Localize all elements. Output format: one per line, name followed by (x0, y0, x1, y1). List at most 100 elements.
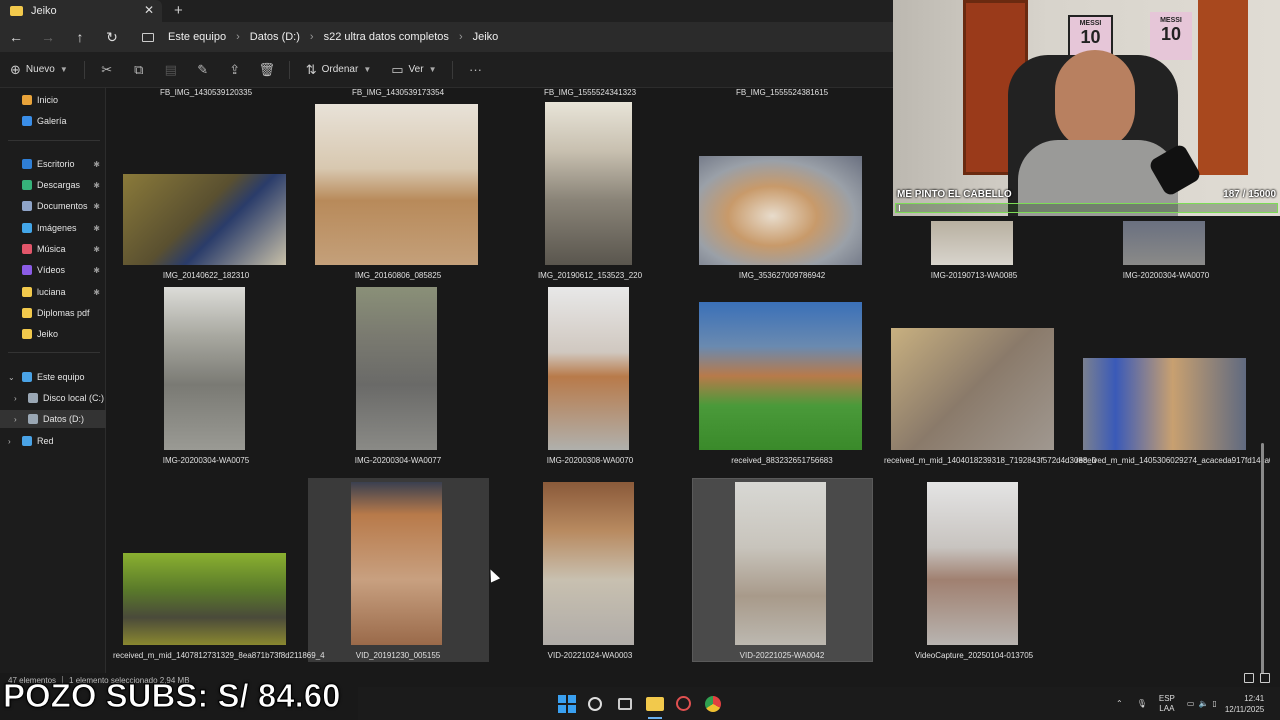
copy-icon[interactable]: ⧉ (123, 62, 155, 78)
sidebar-item-documentos[interactable]: Documentos ✱ (0, 197, 106, 215)
sidebar-item-escritorio[interactable]: Escritorio ✱ (0, 155, 106, 173)
video-thumbnail[interactable] (543, 482, 634, 645)
file-caption[interactable]: FB_IMG_1555524381615 (692, 88, 872, 98)
back-icon[interactable]: ← (0, 29, 32, 45)
file-caption[interactable]: FB_IMG_1430539173354 (308, 88, 488, 98)
photo-thumbnail[interactable] (315, 104, 478, 265)
breadcrumb-item[interactable]: Jeiko (473, 31, 499, 43)
sidebar-item-disco-c[interactable]: › Disco local (C:) (0, 389, 106, 407)
network-icon[interactable]: ▭ (1187, 699, 1195, 708)
photo-thumbnail[interactable] (891, 328, 1054, 450)
breadcrumb-item[interactable]: s22 ultra datos completos (324, 31, 449, 43)
video-thumbnail[interactable] (351, 482, 442, 645)
file-caption[interactable]: received_m_mid_1404018239318_7192843f572… (884, 456, 1096, 466)
photo-thumbnail[interactable] (931, 221, 1013, 265)
file-caption[interactable]: received_m_mid_1407812731329_8ea871b73f8… (113, 651, 325, 661)
donation-overlay: POZO SUBS: S/ 84.60 (2, 677, 341, 715)
breadcrumb-item[interactable]: Este equipo (168, 31, 226, 43)
clock[interactable]: 12:41 12/11/2025 (1225, 693, 1264, 715)
view-icon: ▭ (391, 61, 404, 77)
sidebar-item-videos[interactable]: Vídeos ✱ (0, 261, 106, 279)
photo-thumbnail[interactable] (164, 287, 245, 450)
file-caption[interactable]: IMG-20200308-WA0070 (500, 456, 680, 466)
video-thumbnail[interactable] (927, 482, 1018, 645)
photo-thumbnail[interactable] (545, 102, 632, 265)
battery-icon[interactable]: ▯ (1212, 699, 1216, 708)
chrome-icon[interactable] (705, 696, 721, 712)
new-button[interactable]: ⊕ Nuevo ▼ (0, 62, 78, 78)
chevron-right-icon[interactable]: › (14, 415, 17, 424)
download-icon (22, 180, 32, 190)
tiles-view-icon[interactable] (1260, 673, 1270, 683)
sidebar-item-jeiko[interactable]: Jeiko (0, 325, 106, 343)
photo-thumbnail[interactable] (1123, 221, 1205, 265)
app-icon[interactable] (676, 696, 691, 711)
close-icon[interactable]: ✕ (144, 3, 154, 17)
sidebar-item-musica[interactable]: Música ✱ (0, 240, 106, 258)
photo-thumbnail[interactable] (548, 287, 629, 450)
share-icon[interactable]: ⇪ (219, 62, 251, 78)
new-tab-button[interactable]: + (174, 2, 183, 19)
sidebar-item-red[interactable]: › Red (0, 432, 106, 450)
sidebar-item-descargas[interactable]: Descargas ✱ (0, 176, 106, 194)
file-caption[interactable]: FB_IMG_1555524341323 (500, 88, 680, 98)
photo-thumbnail[interactable] (699, 302, 862, 450)
file-caption[interactable]: IMG_20160806_085825 (308, 271, 488, 281)
file-caption[interactable]: IMG-20190713-WA0085 (884, 271, 1064, 281)
chevron-right-icon[interactable]: › (14, 394, 17, 403)
breadcrumb[interactable]: Este equipo › Datos (D:) › s22 ultra dat… (142, 31, 498, 43)
rename-icon[interactable]: ✎ (187, 62, 219, 78)
up-icon[interactable]: ↑ (64, 29, 96, 45)
file-caption[interactable]: IMG_20190612_153523_220 (500, 271, 680, 281)
chevron-right-icon: › (309, 31, 314, 43)
sidebar-item-diplomas[interactable]: Diplomas pdf (0, 304, 106, 322)
photo-thumbnail[interactable] (123, 553, 286, 645)
vertical-scrollbar[interactable] (1261, 443, 1264, 673)
chevron-right-icon[interactable]: › (8, 437, 11, 446)
volume-icon[interactable]: 🔈 (1198, 699, 1208, 708)
details-view-icon[interactable] (1244, 673, 1254, 683)
file-caption[interactable]: received_m_mid_1405306029274_acaceda917f… (1076, 456, 1270, 466)
sort-button[interactable]: ⇅ Ordenar ▼ (296, 62, 382, 78)
sidebar-item-datos-d[interactable]: › Datos (D:) (0, 410, 106, 428)
paste-icon[interactable]: ▤ (155, 62, 187, 78)
windows-start-icon[interactable] (558, 695, 576, 713)
delete-icon[interactable]: 🗑 (251, 62, 283, 78)
more-options-icon[interactable]: ··· (459, 62, 491, 77)
photo-thumbnail[interactable] (699, 156, 862, 265)
search-icon[interactable] (588, 697, 602, 711)
tab-jeiko[interactable]: Jeiko ✕ (0, 0, 162, 22)
forward-icon[interactable]: → (32, 29, 64, 45)
file-explorer-icon[interactable] (646, 697, 664, 711)
chevron-up-icon[interactable]: ⌃ (1116, 699, 1123, 708)
cut-icon[interactable]: ✂ (91, 62, 123, 78)
file-caption[interactable]: VideoCapture_20250104-013705 (884, 651, 1064, 661)
file-caption[interactable]: FB_IMG_1430539120335 (116, 88, 296, 98)
file-caption[interactable]: VID-20221025-WA0042 (692, 651, 872, 661)
photo-thumbnail[interactable] (1083, 358, 1246, 450)
video-thumbnail[interactable] (735, 482, 826, 645)
file-caption[interactable]: IMG_20140622_182310 (116, 271, 296, 281)
folder-icon (22, 329, 32, 339)
language-indicator[interactable]: ESP LAA (1159, 694, 1175, 714)
view-button[interactable]: ▭ Ver ▼ (381, 62, 446, 78)
sidebar-item-galeria[interactable]: Galería (0, 112, 106, 130)
file-caption[interactable]: IMG-20200304-WA0075 (116, 456, 296, 466)
breadcrumb-item[interactable]: Datos (D:) (250, 31, 300, 43)
task-view-icon[interactable] (618, 698, 632, 710)
sidebar-item-luciana[interactable]: luciana ✱ (0, 283, 106, 301)
sidebar-item-este-equipo[interactable]: ⌄ Este equipo (0, 368, 106, 386)
file-caption[interactable]: IMG-20200304-WA0070 (1076, 271, 1256, 281)
microphone-icon[interactable]: 🎙 (1137, 699, 1147, 708)
sidebar-item-inicio[interactable]: Inicio (0, 91, 106, 109)
file-caption[interactable]: VID_20191230_005155 (308, 651, 488, 661)
photo-thumbnail[interactable] (356, 287, 437, 450)
file-caption[interactable]: VID-20221024-WA0003 (500, 651, 680, 661)
sidebar-item-imagenes[interactable]: Imágenes ✱ (0, 219, 106, 237)
file-caption[interactable]: IMG_353627009786942 (692, 271, 872, 281)
file-caption[interactable]: received_883232651756683 (692, 456, 872, 466)
file-caption[interactable]: IMG-20200304-WA0077 (308, 456, 488, 466)
photo-thumbnail[interactable] (123, 174, 286, 265)
chevron-down-icon[interactable]: ⌄ (8, 373, 15, 382)
refresh-icon[interactable]: ↻ (96, 29, 128, 46)
